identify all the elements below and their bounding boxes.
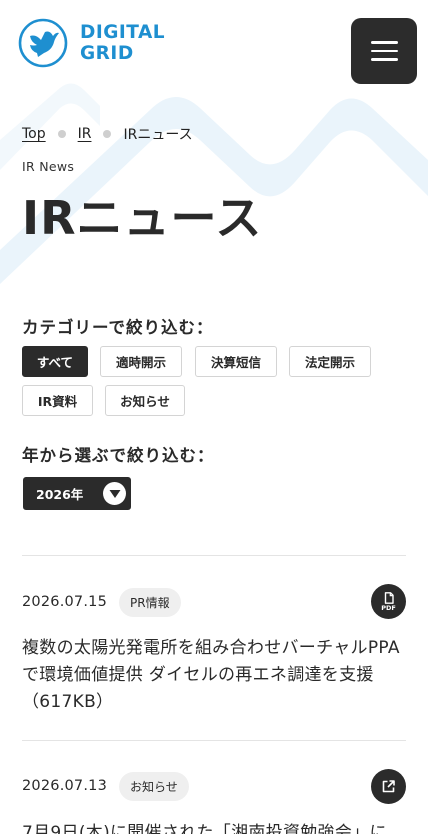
divider xyxy=(22,740,406,741)
external-link-icon[interactable] xyxy=(371,769,406,804)
logo-line-1: DIGITAL xyxy=(80,22,166,43)
news-meta: 2026.07.13 お知らせ xyxy=(22,771,189,801)
logo-bird-icon xyxy=(18,18,68,68)
hamburger-icon-bar xyxy=(370,58,398,61)
pdf-icon[interactable]: PDF xyxy=(371,584,406,619)
breadcrumb-separator xyxy=(103,130,112,138)
news-tag: お知らせ xyxy=(119,771,189,801)
breadcrumb-separator xyxy=(57,130,66,138)
hamburger-icon xyxy=(370,41,398,44)
news-meta: 2026.07.15 PR情報 xyxy=(22,587,181,617)
pdf-icon-label: PDF xyxy=(381,603,396,612)
chip-statutory-disclosure[interactable]: 法定開示 xyxy=(289,346,371,377)
news-tag: PR情報 xyxy=(119,587,181,617)
document-icon xyxy=(384,591,394,604)
chip-earnings-report[interactable]: 決算短信 xyxy=(195,346,277,377)
divider xyxy=(22,555,406,556)
year-filter-label: 年から選ぶで絞り込む： xyxy=(22,446,215,465)
news-title-link[interactable]: 複数の太陽光発電所を組み合わせバーチャルPPAで環境価値提供 ダイセルの再エネ調… xyxy=(22,635,406,716)
year-select[interactable]: 2026年 xyxy=(23,477,131,510)
news-date: 2026.07.13 xyxy=(22,778,108,794)
site-header: DIGITAL GRID xyxy=(0,0,428,90)
breadcrumb: Top IR IRニュース xyxy=(22,124,193,144)
page-eyebrow: IR News xyxy=(22,159,75,174)
news-date: 2026.07.15 xyxy=(22,594,108,610)
year-select-value: 2026年 xyxy=(36,487,84,502)
logo[interactable]: DIGITAL GRID xyxy=(18,18,165,68)
chip-ir-materials[interactable]: IR資料 xyxy=(22,385,93,416)
chip-timely-disclosure[interactable]: 適時開示 xyxy=(100,346,182,377)
logo-line-2: GRID xyxy=(80,43,134,64)
news-title-link[interactable]: 7月9日(木)に開催された「湘南投資勉強会」に xyxy=(22,820,406,834)
chevron-down-icon xyxy=(103,482,126,505)
chip-all[interactable]: すべて xyxy=(22,346,88,377)
chip-notice[interactable]: お知らせ xyxy=(105,385,185,416)
breadcrumb-current: IRニュース xyxy=(123,127,193,143)
page-title: IRニュース xyxy=(22,191,263,245)
breadcrumb-top-link[interactable]: Top xyxy=(22,126,46,142)
breadcrumb-ir-link[interactable]: IR xyxy=(78,126,92,142)
hamburger-icon-bar xyxy=(370,49,398,53)
logo-text: DIGITAL GRID xyxy=(80,22,165,64)
category-filter-label: カテゴリーで絞り込む： xyxy=(22,318,214,337)
menu-button[interactable] xyxy=(351,18,417,84)
